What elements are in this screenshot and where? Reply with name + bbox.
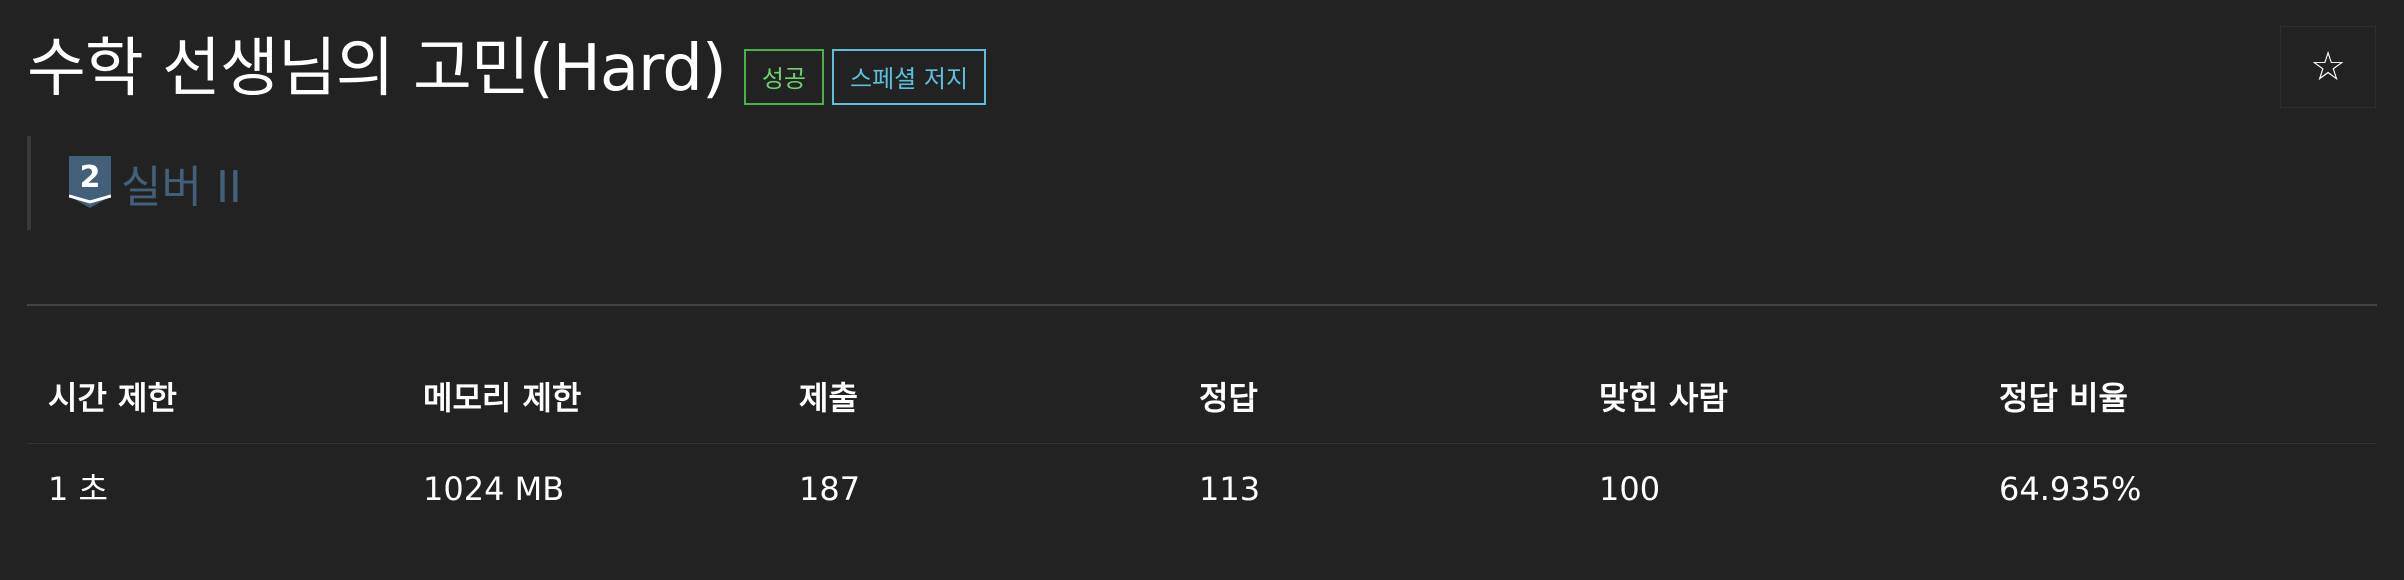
problem-page: 수학 선생님의 고민(Hard) 성공 스페셜 저지 ☆ 2 실버 II 시간 …	[0, 0, 2404, 580]
value-time-limit: 1 초	[48, 470, 108, 508]
silver-tier-icon[interactable]: 2	[69, 156, 111, 210]
special-judge-badge[interactable]: 스페셜 저지	[832, 49, 987, 105]
header-accepted: 정답	[1199, 379, 1258, 417]
header-time-limit: 시간 제한	[48, 379, 177, 417]
value-accepted: 113	[1199, 470, 1261, 508]
star-icon: ☆	[2310, 44, 2346, 90]
stats-table-header: 시간 제한 메모리 제한 제출 정답 맞힌 사람 정답 비율	[27, 353, 2377, 444]
page-title: 수학 선생님의 고민(Hard)	[27, 32, 727, 106]
value-submissions: 187	[799, 470, 861, 508]
header-accept-ratio: 정답 비율	[1999, 379, 2128, 417]
tier-label[interactable]: 실버 II	[121, 151, 242, 215]
favorite-button[interactable]: ☆	[2280, 26, 2376, 108]
value-accept-ratio: 64.935%	[1999, 470, 2142, 508]
header-memory-limit: 메모리 제한	[423, 379, 582, 417]
value-memory-limit: 1024 MB	[423, 470, 565, 508]
success-badge[interactable]: 성공	[743, 49, 824, 105]
title-row: 수학 선생님의 고민(Hard) 성공 스페셜 저지	[27, 28, 987, 110]
header-solvers: 맞힌 사람	[1599, 379, 1728, 417]
header-submissions: 제출	[799, 379, 858, 417]
value-solvers: 100	[1599, 470, 1661, 508]
tier-level-text: 2	[80, 160, 101, 195]
table-row: 1 초 1024 MB 187 113 100 64.935%	[27, 444, 2377, 534]
tier-block: 2 실버 II	[27, 136, 242, 230]
divider	[27, 304, 2377, 306]
